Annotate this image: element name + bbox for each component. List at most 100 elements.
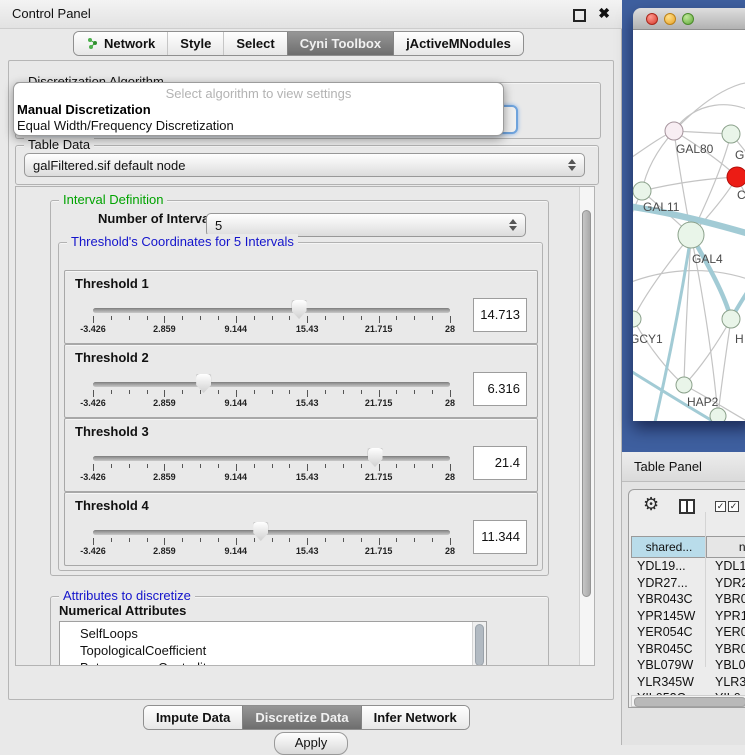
cell-shared-name: YPR145W [637, 608, 695, 625]
table-data-combo-value: galFiltered.sif default node [33, 158, 185, 173]
table-row[interactable]: YPR145WYPR1 [631, 608, 745, 625]
threshold-value-field[interactable]: 6.316 [473, 372, 527, 406]
slider-track[interactable] [93, 530, 450, 535]
threshold-label: Threshold 2 [75, 350, 149, 365]
table-row[interactable]: YBL079WYBL0 [631, 657, 745, 674]
network-node[interactable] [710, 408, 726, 421]
checkbox-icon[interactable]: ✓ [715, 501, 726, 512]
control-panel: Control Panel ✖ NetworkStyleSelectCyni T… [0, 0, 622, 745]
node-label: GAL4 [692, 252, 723, 266]
table-panel: Table Panel ⚙ ✓ ✓ shared...naYDL19...YDL… [622, 452, 745, 745]
apply-button[interactable]: Apply [274, 732, 348, 755]
threshold-value-field[interactable]: 11.344 [473, 520, 527, 554]
popup-item-manual-discretization[interactable]: Manual Discretization [14, 102, 503, 118]
interval-definition-group: Interval Definition Number of Intervals … [50, 200, 549, 576]
column-layout-icon[interactable] [679, 499, 695, 514]
checkbox-icon[interactable]: ✓ [728, 501, 739, 512]
tab-discretize-data[interactable]: Discretize Data [242, 706, 360, 729]
network-node-gal4[interactable] [678, 222, 704, 248]
minimize-traffic-light-icon[interactable] [664, 13, 676, 25]
network-edge[interactable] [633, 235, 691, 319]
tab-infer-network[interactable]: Infer Network [361, 706, 469, 729]
slider-ticks [93, 390, 450, 398]
zoom-traffic-light-icon[interactable] [682, 13, 694, 25]
viewport-scrollbar[interactable] [579, 187, 594, 665]
slider-tick-labels: -3.4262.8599.14415.4321.71528 [93, 546, 450, 557]
table-data-group: Table Data galFiltered.sif default node [15, 145, 599, 185]
table-row[interactable]: YBR043CYBR0 [631, 591, 745, 608]
slider-ticks [93, 464, 450, 472]
table-row[interactable]: YER054C YER0 [631, 624, 745, 641]
tab-style[interactable]: Style [167, 32, 223, 55]
viewport-scrollbar-thumb[interactable] [582, 210, 591, 597]
network-node-gal80[interactable] [665, 122, 683, 140]
network-node-hap2[interactable] [676, 377, 692, 393]
cell-shared-name: YER054C [637, 624, 693, 641]
tab-network[interactable]: Network [74, 32, 167, 55]
threshold-label: Threshold 4 [75, 498, 149, 513]
table-header-name[interactable]: na [707, 536, 745, 558]
network-edge-highlighted[interactable] [691, 235, 731, 319]
cell-shared-name: YBR043C [637, 591, 693, 608]
threshold-value-field[interactable]: 14.713 [473, 298, 527, 332]
network-node-h[interactable] [722, 310, 740, 328]
network-node-gcy1[interactable] [633, 311, 641, 327]
network-edge[interactable] [718, 319, 731, 416]
network-graph: GAL80GCGAL11GAL4GCY1HHAP2 [633, 30, 745, 421]
network-window-titlebar[interactable] [633, 8, 745, 30]
tab-label: Select [236, 36, 274, 51]
attribute-item-selfloops[interactable]: SelfLoops [60, 625, 486, 642]
cell-name: YER0 [715, 624, 745, 641]
table-horizontal-scrollbar[interactable] [631, 695, 745, 707]
attribute-item-topologicalcoefficient[interactable]: TopologicalCoefficient [60, 642, 486, 659]
node-label: C [737, 188, 745, 202]
popup-item-placeholder[interactable]: Select algorithm to view settings [14, 86, 503, 102]
cell-shared-name: YLR345W [637, 674, 694, 691]
cell-shared-name: YDR27... [637, 575, 688, 592]
tab-label: Infer Network [374, 710, 457, 725]
table-row[interactable]: YBR045CYBR0 [631, 641, 745, 658]
network-node-gal11[interactable] [633, 182, 651, 200]
attributes-list-scrollbar[interactable] [472, 622, 486, 666]
table-browser: ⚙ ✓ ✓ shared...naYDL19...YDL1YDR27...YDR… [628, 489, 745, 708]
tab-jactivemnodules[interactable]: jActiveMNodules [393, 32, 523, 55]
slider-track[interactable] [93, 456, 450, 461]
close-traffic-light-icon[interactable] [646, 13, 658, 25]
threshold-1-panel: Threshold 1-3.4262.8599.14415.4321.71528… [64, 270, 538, 344]
network-node-c[interactable] [727, 167, 745, 187]
table-panel-titlebar: Table Panel [622, 452, 745, 482]
tab-cyni-toolbox[interactable]: Cyni Toolbox [287, 32, 393, 55]
close-icon[interactable]: ✖ [598, 5, 610, 22]
table-row[interactable]: YDR27...YDR2 [631, 575, 745, 592]
popup-item-equal-width-frequency[interactable]: Equal Width/Frequency Discretization [14, 118, 503, 134]
slider-ticks [93, 316, 450, 324]
attribute-item-betweennesscentrality[interactable]: BetweennessCentrality [60, 659, 486, 666]
network-edge[interactable] [633, 319, 684, 385]
tab-select[interactable]: Select [223, 32, 286, 55]
cell-shared-name: YDL19... [637, 558, 686, 575]
network-canvas[interactable]: GAL80GCGAL11GAL4GCY1HHAP2 [633, 30, 745, 421]
cell-name: YBR0 [715, 641, 745, 658]
slider-tick-labels: -3.4262.8599.14415.4321.71528 [93, 472, 450, 483]
hscroll-thumb[interactable] [634, 697, 745, 707]
numerical-attributes-list[interactable]: SelfLoopsTopologicalCoefficientBetweenne… [59, 621, 487, 666]
table-row[interactable]: YLR345WYLR3 [631, 674, 745, 691]
slider-track[interactable] [93, 308, 450, 313]
tab-impute-data[interactable]: Impute Data [144, 706, 242, 729]
network-edge[interactable] [642, 177, 737, 191]
table-header-shared-name[interactable]: shared... [631, 536, 707, 558]
node-label: GCY1 [633, 332, 663, 346]
table-row[interactable]: YDL19... YDL1 [631, 558, 745, 575]
slider-track[interactable] [93, 382, 450, 387]
cell-name: YDL1 [715, 558, 745, 575]
tab-label: Network [104, 36, 155, 51]
threshold-value-field[interactable]: 21.4 [473, 446, 527, 480]
network-edge[interactable] [633, 191, 642, 270]
float-window-icon[interactable] [573, 9, 586, 22]
cell-name: YBL0 [715, 657, 745, 674]
gear-icon[interactable]: ⚙ [643, 494, 659, 515]
tab-label: Style [180, 36, 211, 51]
network-node-g[interactable] [722, 125, 740, 143]
network-view-window[interactable]: GAL80GCGAL11GAL4GCY1HHAP2 [633, 8, 745, 421]
table-data-combo[interactable]: galFiltered.sif default node [24, 153, 585, 177]
